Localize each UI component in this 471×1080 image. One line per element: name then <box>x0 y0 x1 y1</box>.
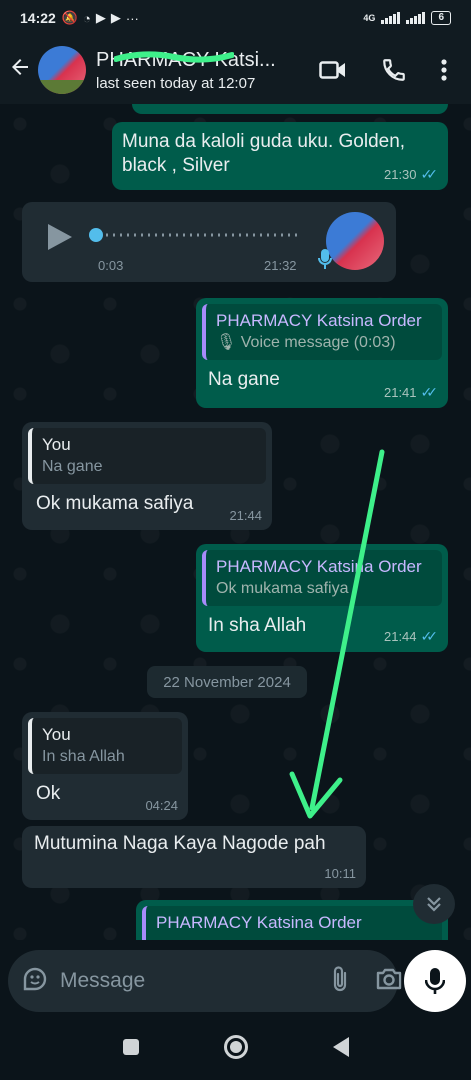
more-options-icon[interactable] <box>441 58 447 82</box>
avatar[interactable] <box>38 46 86 94</box>
mic-icon: 🎙 <box>216 334 237 351</box>
read-ticks-icon: ✓✓ <box>420 166 439 182</box>
youtube-icon: ▶ <box>95 10 106 25</box>
message-time: 21:30 <box>383 167 417 182</box>
quote-text: Na gane <box>42 458 103 475</box>
message-bubble-partial[interactable] <box>132 104 448 114</box>
video-call-icon[interactable] <box>319 59 347 81</box>
redaction-scribble <box>114 50 234 63</box>
contact-name: PHARMACY Katsi... <box>96 48 276 71</box>
signal-icon <box>381 12 401 24</box>
message-time: 21:32 <box>264 258 297 273</box>
home-button[interactable] <box>223 1034 249 1065</box>
chevron-double-down-icon <box>427 897 441 912</box>
play-icon[interactable] <box>46 222 74 257</box>
camera-icon[interactable] <box>375 967 403 996</box>
message-time: 21:41 <box>383 385 417 400</box>
message-time: 04:24 <box>145 798 178 813</box>
attach-icon[interactable] <box>331 965 349 998</box>
circle-icon <box>223 1034 248 1059</box>
quote-text: In sha Allah <box>42 748 125 765</box>
sender-avatar <box>326 212 384 270</box>
quoted-message[interactable]: PHARMACY Katsina Order 🎙 Voice message (… <box>202 304 442 360</box>
mic-icon <box>425 968 445 994</box>
voice-elapsed: 0:03 <box>98 258 124 273</box>
date-divider: 22 November 2024 <box>147 666 307 698</box>
quote-author: You <box>42 725 71 744</box>
square-icon <box>122 1038 139 1055</box>
read-ticks-icon: ✓✓ <box>420 384 439 400</box>
mic-icon <box>318 248 332 275</box>
message-bubble[interactable]: PHARMACY Katsina Order Ok mukama safiya … <box>196 544 448 652</box>
message-bubble[interactable]: Muna da kaloli guda uku. Golden, black ,… <box>112 122 448 190</box>
message-meta: 21:41 ✓✓ <box>384 384 438 401</box>
message-bubble[interactable]: You In sha Allah Ok 04:24 <box>22 712 188 820</box>
whatsapp-icon: ◔ <box>83 10 91 26</box>
message-text: Mutumina Naga Kaya Nagode pah <box>34 833 326 854</box>
message-time: 21:44 <box>229 508 262 523</box>
message-bubble[interactable]: PHARMACY Katsina Order 🎙 Voice message (… <box>196 298 448 408</box>
quoted-message[interactable]: PHARMACY Katsina Order <box>142 906 442 940</box>
voice-waveform[interactable] <box>88 228 302 242</box>
message-bubble[interactable]: PHARMACY Katsina Order <box>136 900 448 940</box>
phone-icon[interactable] <box>381 57 407 83</box>
quote-text: 🎙 Voice message (0:03) <box>216 334 396 351</box>
youtube-icon: ▶ <box>110 10 121 25</box>
battery-icon: 6 <box>431 11 451 25</box>
quoted-message[interactable]: You In sha Allah <box>28 718 182 774</box>
voice-message-bubble[interactable]: 0:03 21:32 <box>22 202 396 282</box>
recents-button[interactable] <box>122 1038 140 1061</box>
message-meta: 21:30 ✓✓ <box>384 166 438 183</box>
sticker-icon[interactable] <box>22 966 48 997</box>
status-bar: 14:22 🔕 ◔ ▶ ▶ ··· 4G 6 <box>0 0 471 36</box>
back-arrow-icon[interactable] <box>8 55 36 86</box>
last-seen: last seen today at 12:07 <box>96 74 256 92</box>
message-input[interactable] <box>60 969 331 993</box>
quoted-message[interactable]: You Na gane <box>28 428 266 484</box>
message-bubble[interactable]: Mutumina Naga Kaya Nagode pah 10:11 <box>22 826 366 888</box>
back-button[interactable] <box>332 1036 350 1063</box>
message-bubble[interactable]: You Na gane Ok mukama safiya 21:44 <box>22 422 272 530</box>
message-meta: 04:24 <box>145 798 178 813</box>
triangle-back-icon <box>332 1036 349 1057</box>
scroll-to-bottom-button[interactable] <box>413 884 455 924</box>
chat-area[interactable]: Muna da kaloli guda uku. Golden, black ,… <box>0 104 471 940</box>
message-meta: 10:11 <box>324 866 356 881</box>
message-meta: 21:44 ✓✓ <box>384 628 438 645</box>
quote-author: PHARMACY Katsina Order <box>156 913 362 932</box>
quote-author: PHARMACY Katsina Order <box>216 311 422 330</box>
read-ticks-icon: ✓✓ <box>420 628 439 644</box>
quote-author: You <box>42 435 71 454</box>
signal-icon <box>406 12 426 24</box>
message-time: 10:11 <box>324 866 356 881</box>
contact-info[interactable]: PHARMACY Katsi... last seen today at 12:… <box>96 49 319 92</box>
status-time: 14:22 <box>20 10 56 26</box>
mute-icon: 🔕 <box>61 10 78 25</box>
voice-record-button[interactable] <box>404 950 466 1012</box>
quote-text: Ok mukama safiya <box>216 580 349 597</box>
message-meta: 21:44 <box>229 508 262 523</box>
quote-author: PHARMACY Katsina Order <box>216 557 422 576</box>
system-nav-bar <box>0 1018 471 1080</box>
chat-header: PHARMACY Katsi... last seen today at 12:… <box>0 36 471 104</box>
quoted-message[interactable]: PHARMACY Katsina Order Ok mukama safiya <box>202 550 442 606</box>
more-dots-icon: ··· <box>125 10 139 26</box>
message-composer[interactable] <box>8 950 402 1012</box>
network-type: 4G <box>363 13 376 23</box>
message-time: 21:44 <box>383 629 417 644</box>
